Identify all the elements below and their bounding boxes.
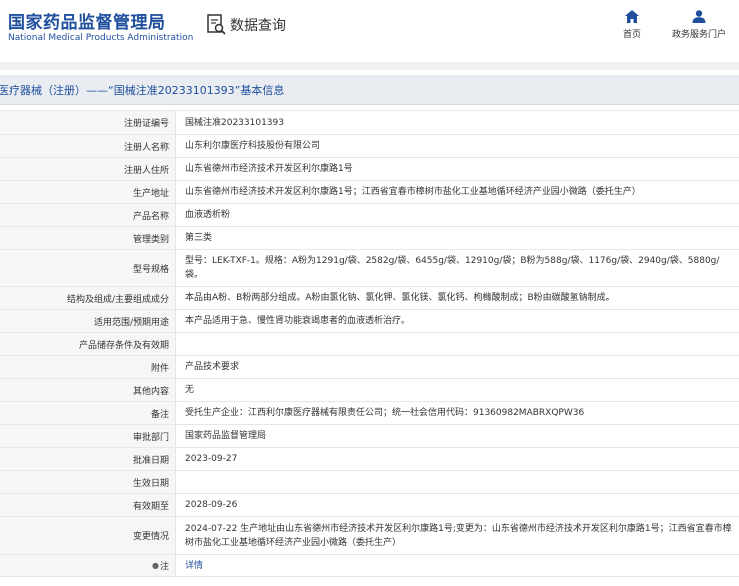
row-value: 本品由A粉、B粉两部分组成。A粉由氯化钠、氯化钾、氯化镁、氯化钙、枸橼酸制成；B… (185, 293, 615, 303)
site-logo-chinese[interactable]: 国家药品监督管理局 (8, 8, 166, 33)
row-label-note: ● 注 (0, 555, 176, 576)
site-logo-english[interactable]: National Medical Products Administration (8, 33, 193, 43)
row-value-note: 详情 (176, 555, 739, 576)
row-label: 型号规格 (0, 250, 176, 286)
row-label: 注册人名称 (0, 135, 176, 157)
table-row: ● 注 详情 (0, 555, 739, 577)
page-title: 医疗器械（注册）——“国械注准20233101393”基本信息 (0, 84, 285, 97)
row-value: 第三类 (185, 233, 213, 243)
row-value: 国械注准20233101393 (185, 117, 284, 128)
data-query-link[interactable]: 数据查询 (207, 14, 286, 36)
row-label: 有效期至 (0, 494, 176, 516)
row-label: 注册证编号 (0, 111, 176, 134)
row-value: 2024-07-22 生产地址由山东省德州市经济技术开发区利尔康路1号;变更为：… (185, 523, 732, 548)
row-label: 生产地址 (0, 181, 176, 203)
row-label: 附件 (0, 356, 176, 378)
row-value: 山东省德州市经济技术开发区利尔康路1号 (185, 164, 353, 174)
row-value: 山东利尔康医疗科技股份有限公司 (185, 141, 321, 151)
table-row: 注册人名称 山东利尔康医疗科技股份有限公司 (0, 135, 739, 158)
row-label: 变更情况 (0, 517, 176, 554)
row-label: 生效日期 (0, 471, 176, 493)
nav-home[interactable]: 首页 (616, 10, 648, 40)
table-row: 适用范围/预期用途 本产品适用于急、慢性肾功能衰竭患者的血液透析治疗。 (0, 310, 739, 333)
home-icon (625, 10, 639, 23)
table-row: 批准日期 2023-09-27 (0, 448, 739, 471)
row-value: 2028-09-26 (185, 500, 238, 510)
row-value: 无 (185, 385, 195, 395)
row-value (176, 333, 739, 355)
data-query-label: 数据查询 (230, 18, 286, 34)
table-row: 产品储存条件及有效期 (0, 333, 739, 356)
row-label: 备注 (0, 402, 176, 424)
row-label: 审批部门 (0, 425, 176, 447)
table-row: 型号规格 型号：LEK-TXF-1。规格：A粉为1291g/袋、2582g/袋、… (0, 250, 739, 287)
site-header: 国家药品监督管理局 National Medical Products Admi… (0, 0, 739, 62)
table-row: 注册人住所 山东省德州市经济技术开发区利尔康路1号 (0, 158, 739, 181)
row-value: 血液透析粉 (185, 210, 231, 220)
table-row: 生效日期 (0, 471, 739, 494)
row-value: 国家药品监督管理局 (185, 431, 267, 441)
row-label: 管理类别 (0, 227, 176, 249)
row-label: 批准日期 (0, 448, 176, 470)
detail-table: 注册证编号 国械注准20233101393 注册人名称 山东利尔康医疗科技股份有… (0, 110, 739, 577)
row-value: 型号：LEK-TXF-1。规格：A粉为1291g/袋、2582g/袋、6455g… (185, 256, 720, 280)
row-label: 产品储存条件及有效期 (0, 333, 176, 355)
row-value: 2023-09-27 (185, 454, 238, 464)
row-value (176, 471, 739, 493)
row-label: 注 (159, 562, 169, 572)
row-label: 其他内容 (0, 379, 176, 401)
nav-government-services[interactable]: 政务服务门户 (668, 10, 730, 40)
table-row: 审批部门 国家药品监督管理局 (0, 425, 739, 448)
row-value: 受托生产企业：江西利尔康医疗器械有限责任公司；统一社会信用代码：91360982… (185, 408, 585, 418)
table-row: 有效期至 2028-09-26 (0, 494, 739, 517)
nav-home-label: 首页 (622, 30, 641, 40)
table-row: 产品名称 血液透析粉 (0, 204, 739, 227)
row-value: 山东省德州市经济技术开发区利尔康路1号；江西省宜春市樟树市盐化工业基地循环经济产… (185, 187, 641, 197)
table-row: 管理类别 第三类 (0, 227, 739, 250)
details-link[interactable]: 详情 (185, 559, 203, 573)
row-label: 产品名称 (0, 204, 176, 226)
table-row: 其他内容 无 (0, 379, 739, 402)
row-label: 注册人住所 (0, 158, 176, 180)
bulb-icon: ● (152, 561, 159, 570)
table-row: 生产地址 山东省德州市经济技术开发区利尔康路1号；江西省宜春市樟树市盐化工业基地… (0, 181, 739, 204)
row-value: 本产品适用于急、慢性肾功能衰竭患者的血液透析治疗。 (185, 316, 411, 326)
row-label: 结构及组成/主要组成成分 (0, 287, 176, 309)
table-row: 结构及组成/主要组成成分 本品由A粉、B粉两部分组成。A粉由氯化钠、氯化钾、氯化… (0, 287, 739, 310)
table-row: 备注 受托生产企业：江西利尔康医疗器械有限责任公司；统一社会信用代码：91360… (0, 402, 739, 425)
user-icon (692, 10, 706, 23)
table-row: 附件 产品技术要求 (0, 356, 739, 379)
table-row: 变更情况 2024-07-22 生产地址由山东省德州市经济技术开发区利尔康路1号… (0, 517, 739, 555)
row-label: 适用范围/预期用途 (0, 310, 176, 332)
nav-government-services-label: 政务服务门户 (671, 30, 726, 40)
detail-title-bar: 医疗器械（注册）——“国械注准20233101393”基本信息 (0, 75, 739, 105)
header-divider (0, 62, 739, 70)
row-value: 产品技术要求 (185, 362, 240, 372)
document-search-icon (207, 14, 226, 35)
table-row: 注册证编号 国械注准20233101393 (0, 111, 739, 135)
